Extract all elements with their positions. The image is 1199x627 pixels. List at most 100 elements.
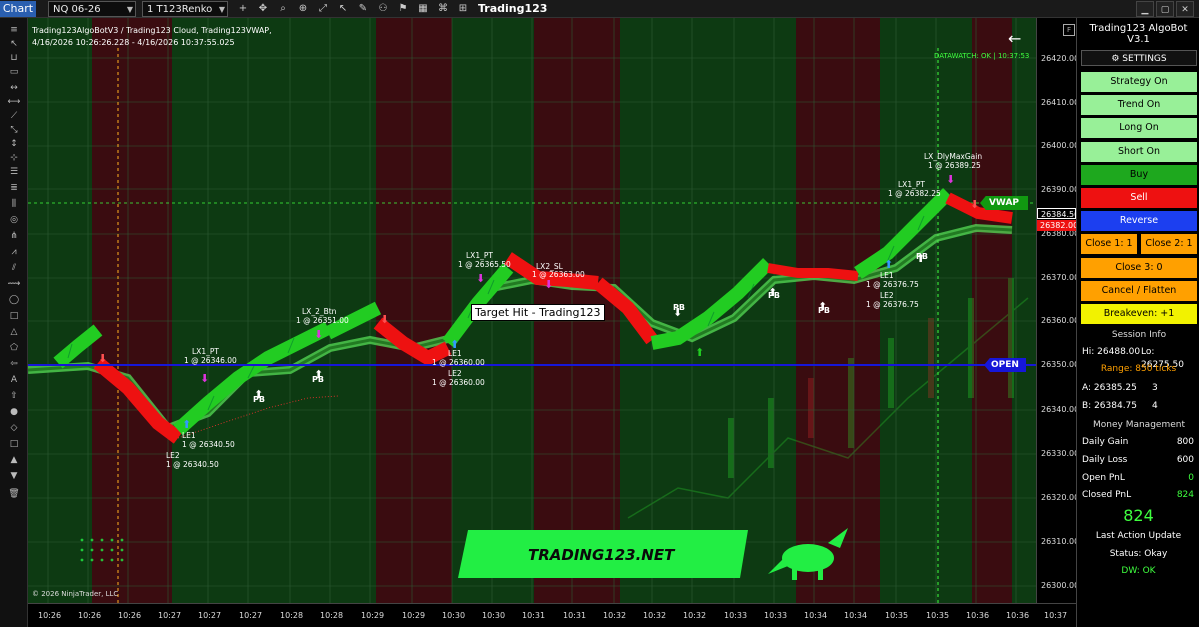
cancel-flatten-button[interactable]: Cancel / Flatten (1081, 281, 1197, 301)
zoom-icon[interactable]: ⌕ (276, 1, 290, 17)
svg-text:1 @ 26351.00: 1 @ 26351.00 (296, 316, 349, 325)
rectangle-icon[interactable]: ▭ (7, 66, 21, 78)
time-axis[interactable]: 10:26 10:26 10:26 10:27 10:27 10:27 10:2… (28, 603, 1076, 627)
menu-icon[interactable]: ≡ (7, 24, 21, 36)
buy-button[interactable]: Buy (1081, 165, 1197, 185)
draw-icon[interactable]: ✎ (356, 1, 370, 17)
crosshair-tool-icon[interactable]: + (236, 1, 250, 17)
annotation-lxd-c: LX_DlyMaxGain (924, 152, 982, 161)
arrow-shape-icon[interactable]: ⇦ (7, 358, 21, 370)
svg-text:1 @ 26376.75: 1 @ 26376.75 (866, 300, 919, 309)
time-tick: 10:31 (563, 611, 587, 620)
ninjatrader-chart-window: Chart NQ 06-26 ▼ 1 T123Renko T... ▼ + ✥ … (0, 0, 1199, 627)
annotation-lx1-b: LX1_PT (466, 251, 493, 260)
svg-text:⬆: ⬆ (182, 418, 191, 431)
arrow-up-shape-icon[interactable]: ⇧ (7, 390, 21, 402)
copyright-text: © 2026 NinjaTrader, LLC (32, 590, 119, 598)
minimize-icon[interactable]: ▁ (1136, 1, 1154, 17)
strategy-toggle-button[interactable]: Strategy On (1081, 72, 1197, 92)
data-box-icon[interactable]: ▦ (416, 1, 430, 17)
ruler-icon[interactable]: ⊔ (7, 52, 21, 64)
cross-line-icon[interactable]: ⊹ (7, 152, 21, 164)
chart-trader-icon[interactable]: ⌘ (436, 1, 450, 17)
indicator-icon[interactable]: ⚇ (376, 1, 390, 17)
price-tick: 26300.00 (1041, 581, 1080, 590)
back-arrow-icon[interactable]: ← (1008, 29, 1021, 48)
long-toggle-button[interactable]: Long On (1081, 118, 1197, 138)
rectangle-shape-icon[interactable]: □ (7, 310, 21, 322)
maximize-icon[interactable]: ▢ (1156, 1, 1174, 17)
time-tick: 10:34 (844, 611, 868, 620)
close-icon[interactable]: ✕ (1176, 1, 1194, 17)
time-tick: 10:28 (320, 611, 344, 620)
strategy-icon[interactable]: ⚑ (396, 1, 410, 17)
pb-label: PB (673, 303, 685, 312)
datawatch-status: DATAWATCH: OK | 10:37:53 (934, 52, 1030, 60)
expand-icon[interactable]: ⤢ (316, 1, 330, 17)
diamond-icon[interactable]: ◇ (7, 422, 21, 434)
chevron-down-icon: ▼ (218, 5, 225, 14)
move-tool-icon[interactable]: ✥ (256, 1, 270, 17)
text-icon[interactable]: A (7, 374, 21, 386)
time-tick: 10:36 (966, 611, 990, 620)
line-icon[interactable]: ⟋ (7, 110, 21, 122)
arrow-icon[interactable]: ↖ (7, 38, 21, 50)
extended-line-icon[interactable]: ⤡ (7, 124, 21, 136)
time-tick: 10:26 (118, 611, 142, 620)
fib-ext-icon[interactable]: ≣ (7, 182, 21, 194)
gann-icon[interactable]: ⩘ (7, 246, 21, 258)
horizontal-line-icon[interactable]: ↔ (7, 82, 21, 94)
triangle-up-icon[interactable]: ▲ (7, 454, 21, 466)
zoom-in-icon[interactable]: ⊕ (296, 1, 310, 17)
regression-icon[interactable]: ⟿ (7, 278, 21, 290)
svg-text:⬇: ⬇ (380, 313, 389, 326)
svg-text:1 @ 26360.00: 1 @ 26360.00 (432, 358, 485, 367)
time-tick: 10:26 (38, 611, 62, 620)
breakeven-button[interactable]: Breakeven: +1 (1081, 304, 1197, 324)
polygon-icon[interactable]: ⬠ (7, 342, 21, 354)
scale-toggle-icon[interactable]: F (1063, 24, 1075, 36)
ellipse-icon[interactable]: ◯ (7, 294, 21, 306)
fib-circle-icon[interactable]: ◎ (7, 214, 21, 226)
grid-icon[interactable]: ⊞ (456, 1, 470, 17)
last-action-label: Last Action Update (1095, 531, 1182, 541)
dot-icon[interactable]: ● (7, 406, 21, 418)
short-toggle-button[interactable]: Short On (1081, 142, 1197, 162)
fib-time-icon[interactable]: ⫼ (7, 198, 21, 210)
pointer-icon[interactable]: ↖ (336, 1, 350, 17)
price-chart[interactable]: ⬇ ⬆ ⬇ ⬆ ⬆ ⬇ ⬇ ⬆ ⬇ ⬇ ⬇ ⬆ ⬆ ⬆ ⬆ ⬆ ⬇ ⬇ LX1_… (28, 18, 1036, 603)
andrews-icon[interactable]: ⋔ (7, 230, 21, 242)
close1-button[interactable]: Close 1: 1 (1081, 234, 1137, 254)
trend-toggle-button[interactable]: Trend On (1081, 95, 1197, 115)
fib-icon[interactable]: ☰ (7, 166, 21, 178)
sell-button[interactable]: Sell (1081, 188, 1197, 208)
top-toolbar: Chart NQ 06-26 ▼ 1 T123Renko T... ▼ + ✥ … (0, 0, 1199, 31)
svg-text:⬆: ⬆ (695, 346, 704, 359)
annotation-le2-c: LE2 (880, 291, 894, 300)
time-tick: 10:26 (78, 611, 102, 620)
pb-label: PB (916, 252, 928, 261)
ray-icon[interactable]: ⟷ (7, 96, 21, 108)
trash-icon[interactable]: 🗑 (7, 488, 21, 500)
channel-icon[interactable]: ⫽ (7, 262, 21, 274)
vertical-line-icon[interactable]: ↕ (7, 138, 21, 150)
triangle-down-icon[interactable]: ▼ (7, 470, 21, 482)
triangle-icon[interactable]: △ (7, 326, 21, 338)
price-axis[interactable]: 26420.00 26410.00 26400.00 26390.00 2638… (1036, 18, 1080, 603)
square-icon[interactable]: □ (7, 438, 21, 450)
daily-loss-row: Daily Loss 600 (1082, 455, 1194, 465)
time-tick: 10:30 (482, 611, 506, 620)
reverse-button[interactable]: Reverse (1081, 211, 1197, 231)
bar-type-selector[interactable]: 1 T123Renko T... ▼ (142, 1, 228, 31)
status-text: Status: Okay (1109, 549, 1168, 559)
annotation-lx1-a: LX1_PT (192, 347, 219, 356)
algobot-panel: Trading123 AlgoBot V3.1 ⚙ SETTINGS Strat… (1076, 18, 1199, 627)
chart-menu-button[interactable]: Chart (0, 1, 36, 17)
close2-button[interactable]: Close 2: 1 (1141, 234, 1197, 254)
close3-button[interactable]: Close 3: 0 (1081, 258, 1197, 278)
price-tick: 26310.00 (1041, 537, 1080, 546)
settings-button[interactable]: ⚙ SETTINGS (1081, 50, 1197, 66)
instrument-value: NQ 06-26 (53, 4, 101, 15)
time-tick: 10:34 (804, 611, 828, 620)
instrument-selector[interactable]: NQ 06-26 ▼ (48, 1, 136, 17)
